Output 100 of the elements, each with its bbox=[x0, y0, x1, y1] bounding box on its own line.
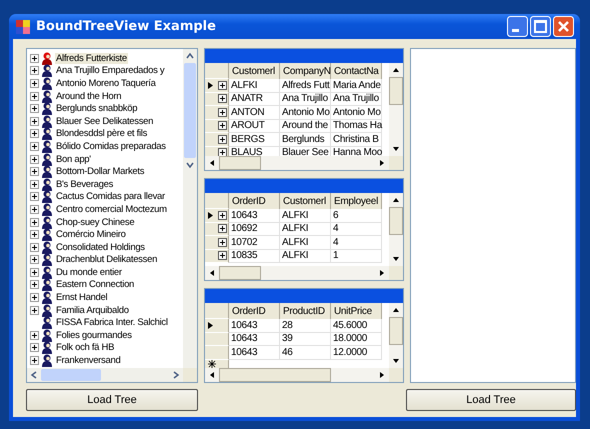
expand-icon[interactable] bbox=[218, 251, 227, 260]
scroll-thumb[interactable] bbox=[389, 317, 403, 345]
expand-icon[interactable] bbox=[218, 224, 227, 234]
tree-item[interactable]: Antonio Moreno Taquería bbox=[55, 78, 157, 89]
tree-item[interactable]: Du monde entier bbox=[55, 266, 123, 278]
horizontal-scrollbar[interactable] bbox=[27, 368, 197, 382]
column-header[interactable]: Customerl bbox=[229, 63, 280, 79]
table-cell: 10643 bbox=[229, 209, 280, 222]
maximize-button[interactable] bbox=[530, 16, 551, 37]
load-tree-button[interactable]: Load Tree bbox=[26, 389, 198, 411]
scroll-thumb[interactable] bbox=[219, 266, 261, 280]
tree-item[interactable]: Folk och fä HB bbox=[55, 342, 116, 354]
expand-icon[interactable] bbox=[30, 92, 39, 101]
row-header[interactable] bbox=[205, 133, 229, 146]
tree-item[interactable]: Bólido Comidas preparadas bbox=[55, 140, 167, 152]
expand-icon[interactable] bbox=[30, 218, 39, 227]
expand-icon[interactable] bbox=[218, 238, 227, 247]
tree-item[interactable]: Folies gourmandes bbox=[55, 330, 133, 341]
column-header[interactable]: Employeel bbox=[331, 193, 382, 209]
expand-icon[interactable] bbox=[218, 121, 227, 130]
column-header[interactable]: CompanyN bbox=[280, 63, 331, 79]
expand-icon[interactable] bbox=[30, 306, 39, 315]
row-header[interactable] bbox=[205, 236, 229, 250]
expand-icon[interactable] bbox=[30, 280, 39, 290]
column-header[interactable]: Customerl bbox=[280, 193, 331, 209]
expand-icon[interactable] bbox=[30, 293, 39, 302]
horizontal-scrollbar[interactable] bbox=[205, 156, 403, 170]
scroll-thumb[interactable] bbox=[41, 369, 101, 381]
expand-icon[interactable] bbox=[30, 142, 39, 151]
tree-item[interactable]: Ernst Handel bbox=[55, 292, 108, 304]
tree-item[interactable]: Centro comercial Moctezum bbox=[55, 204, 168, 215]
expand-icon[interactable] bbox=[30, 204, 39, 214]
tree-item[interactable]: Eastern Connection bbox=[55, 279, 136, 290]
expand-icon[interactable] bbox=[30, 255, 39, 264]
vertical-scrollbar[interactable] bbox=[183, 49, 197, 368]
expand-icon[interactable] bbox=[30, 54, 39, 63]
tree-item[interactable]: Frankenversand bbox=[55, 355, 122, 366]
scroll-thumb[interactable] bbox=[389, 207, 403, 235]
expand-icon[interactable] bbox=[30, 330, 39, 340]
expand-icon[interactable] bbox=[218, 148, 227, 156]
expand-icon[interactable] bbox=[30, 242, 39, 252]
scroll-thumb[interactable] bbox=[219, 368, 331, 382]
tree-item[interactable]: Bottom-Dollar Markets bbox=[55, 166, 146, 178]
tree-item[interactable]: Chop-suey Chinese bbox=[55, 216, 136, 228]
scroll-thumb[interactable] bbox=[184, 63, 196, 158]
column-header[interactable]: UnitPrice bbox=[331, 303, 382, 319]
column-header[interactable]: OrderID bbox=[229, 303, 280, 319]
load-tree-button[interactable]: Load Tree bbox=[406, 389, 576, 411]
expand-icon[interactable] bbox=[30, 356, 39, 366]
horizontal-scrollbar[interactable] bbox=[205, 266, 403, 280]
expand-icon[interactable] bbox=[30, 154, 39, 164]
tree-item[interactable]: Alfreds Futterkiste bbox=[55, 52, 128, 64]
expand-icon[interactable] bbox=[218, 134, 227, 144]
tree-item[interactable]: Ana Trujillo Emparedados y bbox=[55, 65, 166, 76]
tree-item[interactable]: Bon app' bbox=[55, 154, 92, 165]
expand-icon[interactable] bbox=[218, 94, 227, 104]
scroll-thumb[interactable] bbox=[389, 77, 403, 105]
column-header[interactable]: ProductID bbox=[280, 303, 331, 319]
tree-item[interactable]: Cactus Comidas para llevar bbox=[55, 191, 166, 202]
expand-icon[interactable] bbox=[30, 192, 39, 202]
expand-icon[interactable] bbox=[218, 210, 227, 220]
tree-item[interactable]: Comércio Mineiro bbox=[55, 229, 127, 240]
expand-icon[interactable] bbox=[30, 167, 39, 176]
vertical-scrollbar[interactable] bbox=[389, 303, 403, 368]
row-header[interactable] bbox=[205, 92, 229, 106]
row-header[interactable] bbox=[205, 106, 229, 120]
expand-icon[interactable] bbox=[30, 66, 39, 76]
close-button[interactable] bbox=[553, 16, 574, 37]
column-header[interactable]: ContactNa bbox=[331, 63, 382, 79]
tree-item[interactable]: Blondesddsl père et fils bbox=[55, 128, 148, 140]
row-header[interactable] bbox=[205, 222, 229, 236]
row-header[interactable] bbox=[205, 79, 229, 92]
expand-icon[interactable] bbox=[218, 108, 227, 117]
expand-icon[interactable] bbox=[30, 230, 39, 240]
column-header[interactable]: OrderID bbox=[229, 193, 280, 209]
expand-icon[interactable] bbox=[218, 80, 227, 90]
row-header[interactable] bbox=[205, 209, 229, 222]
minimize-button[interactable] bbox=[507, 16, 528, 37]
row-header[interactable] bbox=[205, 250, 229, 263]
tree-item[interactable]: Consolidated Holdings bbox=[55, 242, 146, 253]
tree-item[interactable]: Around the Horn bbox=[55, 90, 122, 102]
expand-icon[interactable] bbox=[30, 180, 39, 189]
tree-item[interactable]: Berglunds snabbköp bbox=[55, 103, 138, 114]
tree-item[interactable]: FISSA Fabrica Inter. Salchicl bbox=[55, 317, 169, 328]
tree-item[interactable]: Blauer See Delikatessen bbox=[55, 116, 154, 127]
expand-icon[interactable] bbox=[30, 116, 39, 126]
expand-icon[interactable] bbox=[30, 129, 39, 138]
tree-item[interactable]: B's Beverages bbox=[55, 178, 114, 190]
expand-icon[interactable] bbox=[30, 343, 39, 352]
expand-icon[interactable] bbox=[30, 268, 39, 277]
row-header[interactable] bbox=[205, 120, 229, 133]
expand-icon[interactable] bbox=[30, 78, 39, 88]
row-header[interactable] bbox=[205, 319, 229, 332]
expand-icon[interactable] bbox=[30, 104, 39, 114]
scroll-thumb[interactable] bbox=[219, 156, 261, 170]
vertical-scrollbar[interactable] bbox=[389, 63, 403, 156]
tree-item[interactable]: Drachenblut Delikatessen bbox=[55, 254, 158, 266]
horizontal-scrollbar[interactable] bbox=[205, 368, 403, 382]
vertical-scrollbar[interactable] bbox=[389, 193, 403, 266]
tree-item[interactable]: Familia Arquibaldo bbox=[55, 304, 130, 316]
